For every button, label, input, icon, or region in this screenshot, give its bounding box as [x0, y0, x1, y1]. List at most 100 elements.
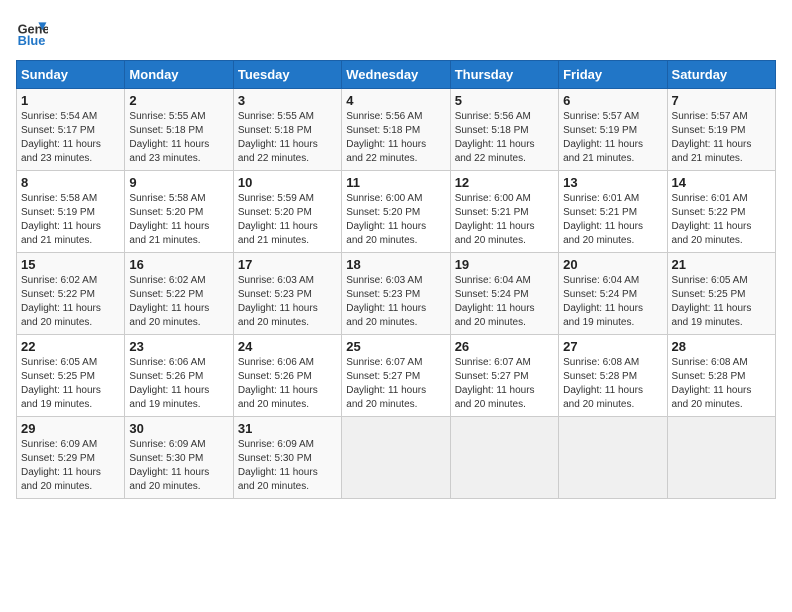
calendar-cell: 2 Sunrise: 5:55 AM Sunset: 5:18 PM Daylig… [125, 89, 233, 171]
day-number: 6 [563, 93, 662, 108]
day-number: 3 [238, 93, 337, 108]
day-info: Sunrise: 6:08 AM Sunset: 5:28 PM Dayligh… [563, 356, 662, 412]
day-info: Sunrise: 6:06 AM Sunset: 5:26 PM Dayligh… [129, 356, 228, 412]
calendar-week-row: 1 Sunrise: 5:54 AM Sunset: 5:17 PM Daylig… [17, 89, 776, 171]
day-info: Sunrise: 6:01 AM Sunset: 5:21 PM Dayligh… [563, 192, 662, 248]
calendar-header-row: SundayMondayTuesdayWednesdayThursdayFrid… [17, 61, 776, 89]
day-info: Sunrise: 6:05 AM Sunset: 5:25 PM Dayligh… [21, 356, 120, 412]
calendar-week-row: 8Sunrise: 5:58 AM Sunset: 5:19 PM Daylig… [17, 171, 776, 253]
col-header-thursday: Thursday [450, 61, 558, 89]
calendar-cell: 15 Sunrise: 6:02 AM Sunset: 5:22 PM Dayli… [17, 253, 125, 335]
calendar-cell: 7Sunrise: 5:57 AM Sunset: 5:19 PM Daylig… [667, 89, 775, 171]
day-number: 19 [455, 257, 554, 272]
calendar-cell [559, 417, 667, 499]
day-info: Sunrise: 5:54 AM Sunset: 5:17 PM Dayligh… [21, 110, 120, 166]
day-number: 15 [21, 257, 120, 272]
calendar-cell: 26 Sunrise: 6:07 AM Sunset: 5:27 PM Dayli… [450, 335, 558, 417]
calendar-cell: 19 Sunrise: 6:04 AM Sunset: 5:24 PM Dayli… [450, 253, 558, 335]
day-info: Sunrise: 5:58 AM Sunset: 5:19 PM Dayligh… [21, 192, 120, 248]
day-number: 31 [238, 421, 337, 436]
col-header-sunday: Sunday [17, 61, 125, 89]
day-number: 17 [238, 257, 337, 272]
calendar-cell: 29 Sunrise: 6:09 AM Sunset: 5:29 PM Dayli… [17, 417, 125, 499]
day-info: Sunrise: 6:00 AM Sunset: 5:20 PM Dayligh… [346, 192, 445, 248]
day-number: 23 [129, 339, 228, 354]
day-number: 30 [129, 421, 228, 436]
col-header-monday: Monday [125, 61, 233, 89]
day-number: 26 [455, 339, 554, 354]
day-number: 18 [346, 257, 445, 272]
col-header-friday: Friday [559, 61, 667, 89]
calendar-cell: 9Sunrise: 5:58 AM Sunset: 5:20 PM Daylig… [125, 171, 233, 253]
calendar-cell: 20 Sunrise: 6:04 AM Sunset: 5:24 PM Dayli… [559, 253, 667, 335]
calendar-cell: 30 Sunrise: 6:09 AM Sunset: 5:30 PM Dayli… [125, 417, 233, 499]
day-number: 13 [563, 175, 662, 190]
day-info: Sunrise: 5:56 AM Sunset: 5:18 PM Dayligh… [346, 110, 445, 166]
calendar-cell: 11 Sunrise: 6:00 AM Sunset: 5:20 PM Dayli… [342, 171, 450, 253]
day-info: Sunrise: 6:08 AM Sunset: 5:28 PM Dayligh… [672, 356, 771, 412]
col-header-wednesday: Wednesday [342, 61, 450, 89]
calendar-cell: 13 Sunrise: 6:01 AM Sunset: 5:21 PM Dayli… [559, 171, 667, 253]
day-info: Sunrise: 6:00 AM Sunset: 5:21 PM Dayligh… [455, 192, 554, 248]
day-number: 24 [238, 339, 337, 354]
page-header: General Blue [16, 16, 776, 48]
calendar-cell: 27 Sunrise: 6:08 AM Sunset: 5:28 PM Dayli… [559, 335, 667, 417]
day-number: 29 [21, 421, 120, 436]
calendar-cell: 22 Sunrise: 6:05 AM Sunset: 5:25 PM Dayli… [17, 335, 125, 417]
calendar-cell: 18 Sunrise: 6:03 AM Sunset: 5:23 PM Dayli… [342, 253, 450, 335]
calendar-cell: 24 Sunrise: 6:06 AM Sunset: 5:26 PM Dayli… [233, 335, 341, 417]
calendar-cell: 14Sunrise: 6:01 AM Sunset: 5:22 PM Dayli… [667, 171, 775, 253]
day-info: Sunrise: 6:05 AM Sunset: 5:25 PM Dayligh… [672, 274, 771, 330]
day-info: Sunrise: 6:06 AM Sunset: 5:26 PM Dayligh… [238, 356, 337, 412]
day-number: 16 [129, 257, 228, 272]
calendar-table: SundayMondayTuesdayWednesdayThursdayFrid… [16, 60, 776, 499]
svg-text:Blue: Blue [18, 33, 46, 48]
day-number: 10 [238, 175, 337, 190]
day-info: Sunrise: 6:04 AM Sunset: 5:24 PM Dayligh… [563, 274, 662, 330]
day-number: 28 [672, 339, 771, 354]
day-info: Sunrise: 5:56 AM Sunset: 5:18 PM Dayligh… [455, 110, 554, 166]
day-number: 9 [129, 175, 228, 190]
day-info: Sunrise: 6:09 AM Sunset: 5:30 PM Dayligh… [129, 438, 228, 494]
day-number: 20 [563, 257, 662, 272]
calendar-cell: 6 Sunrise: 5:57 AM Sunset: 5:19 PM Daylig… [559, 89, 667, 171]
day-info: Sunrise: 6:07 AM Sunset: 5:27 PM Dayligh… [455, 356, 554, 412]
calendar-week-row: 29 Sunrise: 6:09 AM Sunset: 5:29 PM Dayli… [17, 417, 776, 499]
day-info: Sunrise: 5:57 AM Sunset: 5:19 PM Dayligh… [563, 110, 662, 166]
day-info: Sunrise: 6:02 AM Sunset: 5:22 PM Dayligh… [21, 274, 120, 330]
calendar-cell: 1 Sunrise: 5:54 AM Sunset: 5:17 PM Daylig… [17, 89, 125, 171]
calendar-cell: 31Sunrise: 6:09 AM Sunset: 5:30 PM Dayli… [233, 417, 341, 499]
day-info: Sunrise: 6:03 AM Sunset: 5:23 PM Dayligh… [346, 274, 445, 330]
calendar-cell: 4Sunrise: 5:56 AM Sunset: 5:18 PM Daylig… [342, 89, 450, 171]
calendar-week-row: 15 Sunrise: 6:02 AM Sunset: 5:22 PM Dayli… [17, 253, 776, 335]
day-info: Sunrise: 5:55 AM Sunset: 5:18 PM Dayligh… [238, 110, 337, 166]
calendar-cell: 8Sunrise: 5:58 AM Sunset: 5:19 PM Daylig… [17, 171, 125, 253]
day-number: 12 [455, 175, 554, 190]
day-number: 11 [346, 175, 445, 190]
day-number: 27 [563, 339, 662, 354]
calendar-week-row: 22 Sunrise: 6:05 AM Sunset: 5:25 PM Dayli… [17, 335, 776, 417]
day-number: 22 [21, 339, 120, 354]
day-number: 25 [346, 339, 445, 354]
calendar-cell [667, 417, 775, 499]
calendar-cell: 10Sunrise: 5:59 AM Sunset: 5:20 PM Dayli… [233, 171, 341, 253]
day-info: Sunrise: 6:02 AM Sunset: 5:22 PM Dayligh… [129, 274, 228, 330]
calendar-body: 1 Sunrise: 5:54 AM Sunset: 5:17 PM Daylig… [17, 89, 776, 499]
day-number: 21 [672, 257, 771, 272]
calendar-cell: 3 Sunrise: 5:55 AM Sunset: 5:18 PM Daylig… [233, 89, 341, 171]
col-header-tuesday: Tuesday [233, 61, 341, 89]
day-info: Sunrise: 6:09 AM Sunset: 5:29 PM Dayligh… [21, 438, 120, 494]
logo-icon: General Blue [16, 16, 48, 48]
day-number: 14 [672, 175, 771, 190]
day-info: Sunrise: 5:55 AM Sunset: 5:18 PM Dayligh… [129, 110, 228, 166]
day-info: Sunrise: 6:04 AM Sunset: 5:24 PM Dayligh… [455, 274, 554, 330]
calendar-cell: 25Sunrise: 6:07 AM Sunset: 5:27 PM Dayli… [342, 335, 450, 417]
day-number: 2 [129, 93, 228, 108]
calendar-cell: 12 Sunrise: 6:00 AM Sunset: 5:21 PM Dayli… [450, 171, 558, 253]
calendar-cell: 17Sunrise: 6:03 AM Sunset: 5:23 PM Dayli… [233, 253, 341, 335]
day-number: 1 [21, 93, 120, 108]
col-header-saturday: Saturday [667, 61, 775, 89]
calendar-cell [342, 417, 450, 499]
logo: General Blue [16, 16, 48, 48]
day-number: 5 [455, 93, 554, 108]
